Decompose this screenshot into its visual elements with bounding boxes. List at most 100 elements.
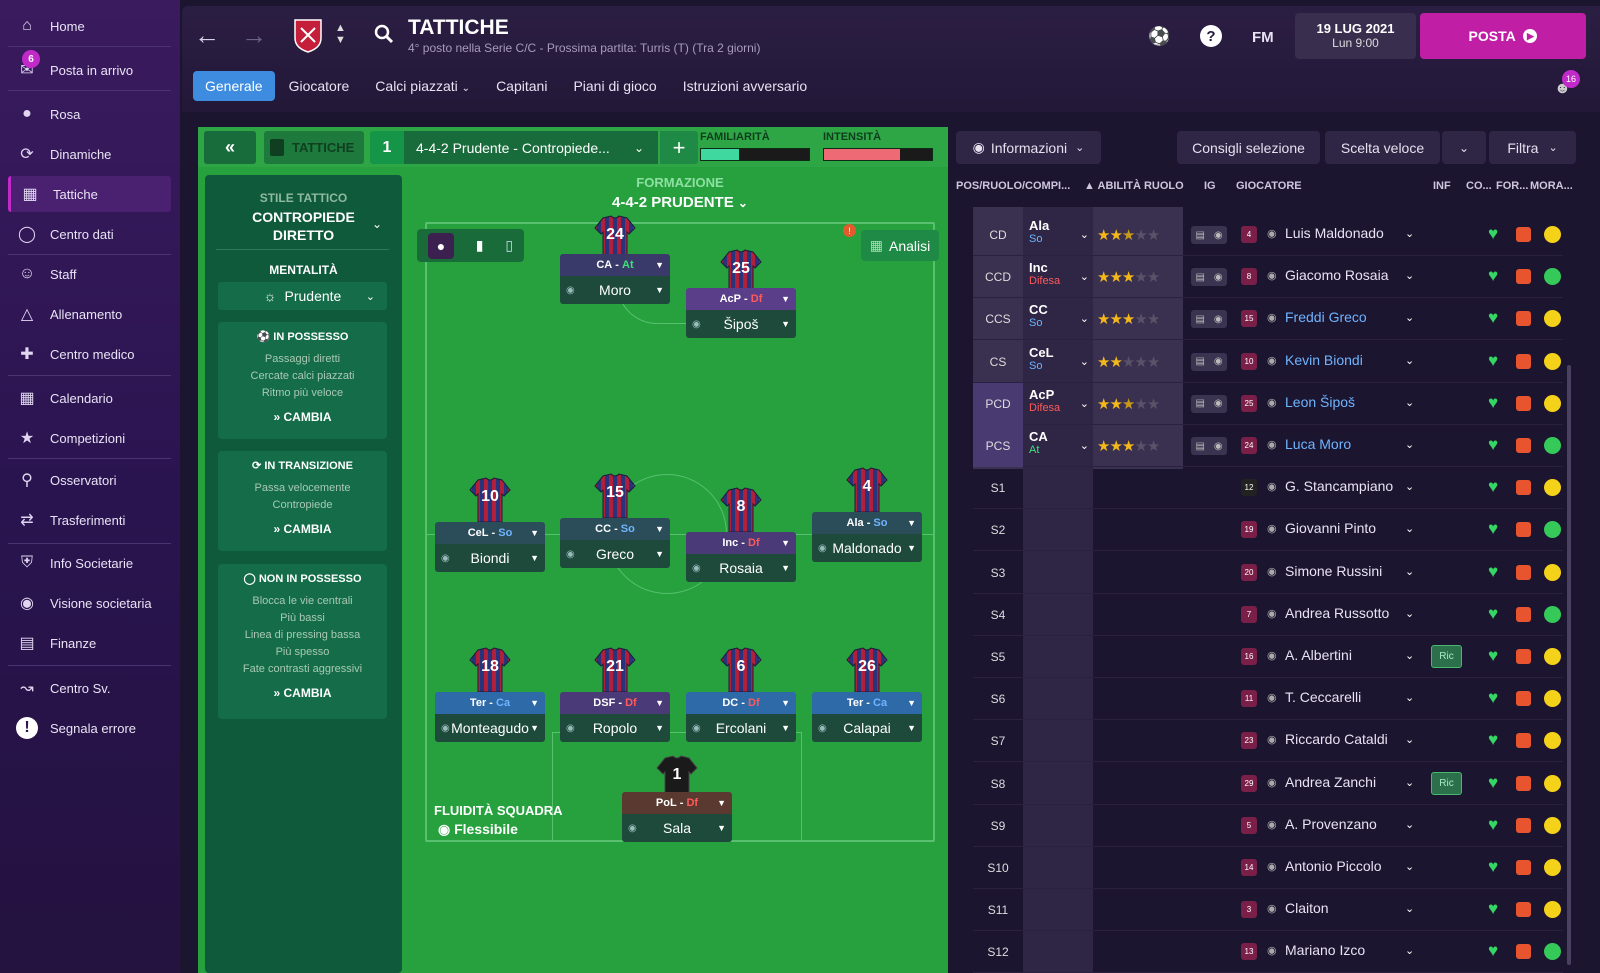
ig-toggle[interactable]: ▤ ◉ [1191,310,1227,329]
pitch-player[interactable]: 8 Inc - Df ▼ ◉ Rosaia ▼ [686,486,796,596]
filtra-button[interactable]: Filtra ⌄ [1489,131,1576,164]
sidebar-item-osservatori[interactable]: ⚲ Osservatori [8,462,171,498]
role-cell[interactable]: AcP Difesa ⌄ [1023,383,1095,425]
pitch-player[interactable]: 24 CA - At ▼ ◉ Moro ▼ [560,214,670,324]
player-name[interactable]: ◉ Monteagudo ▼ [435,714,545,742]
table-row[interactable]: S3 20 ◉ Simone Russini ⌄ ♥ [973,552,1563,594]
pitch-player[interactable]: 18 Ter - Ca ▼ ◉ Monteagudo ▼ [435,646,545,756]
sidebar-item-staff[interactable]: ☺ Staff [8,256,171,292]
table-row[interactable]: CCS CC So ⌄ ★★★★★ ▤ ◉ 15 ◉ Freddi Greco ⌄ ♥ [973,298,1563,341]
pitch-player[interactable]: 4 Ala - So ▼ ◉ Maldonado ▼ [812,466,922,576]
player-name[interactable]: Simone Russini [1285,563,1382,579]
table-row[interactable]: PCD AcP Difesa ⌄ ★★★★★ ▤ ◉ 25 ◉ Leon Šipoš ⌄ ♥ [973,382,1563,425]
sidebar-item-tattiche[interactable]: ▦ Tattiche [8,176,171,212]
sidebar-item-home[interactable]: ⌂ Home [8,8,171,44]
chevron-down-icon[interactable]: ⌄ [1405,607,1414,620]
cambia-in-possession-button[interactable]: » CAMBIA [218,410,387,424]
chevron-down-icon[interactable]: ⌄ [1405,860,1414,873]
crest-switch-icon[interactable]: ▲ ▼ [335,22,346,46]
analisi-button[interactable]: ▦ Analisi [861,230,939,261]
col-player[interactable]: GIOCATORE [1236,180,1302,192]
player-name[interactable]: ◉ Biondi ▼ [435,544,545,572]
table-row[interactable]: S9 5 ◉ A. Provenzano ⌄ ♥ [973,805,1563,847]
chevron-down-icon[interactable]: ⌄ [1405,354,1414,367]
consigli-selezione-button[interactable]: Consigli selezione [1177,131,1320,164]
ig-toggle[interactable]: ▤ ◉ [1191,352,1227,371]
col-inf[interactable]: INF [1433,180,1451,192]
player-name[interactable]: Mariano Izco [1285,942,1365,958]
chevron-down-icon[interactable]: ⌄ [1405,396,1414,409]
ig-toggle[interactable]: ▤ ◉ [1191,394,1227,413]
ball-icon[interactable]: ⚽ [1148,26,1170,47]
posta-button[interactable]: POSTA ▶ [1420,13,1586,59]
sidebar-item-centro-medico[interactable]: ✚ Centro medico [8,336,171,372]
chevron-down-icon[interactable]: ⌄ [1405,776,1414,789]
sidebar-item-segnala-errore[interactable]: ! Segnala errore [8,710,171,746]
pitch-player[interactable]: 26 Ter - Ca ▼ ◉ Calapai ▼ [812,646,922,756]
role-cell[interactable]: CA At ⌄ [1023,425,1095,467]
player-name[interactable]: Giovanni Pinto [1285,520,1376,536]
player-name[interactable]: Luis Maldonado [1285,225,1384,241]
player-name[interactable]: A. Provenzano [1285,816,1377,832]
chevron-down-icon[interactable]: ⌄ [1405,733,1414,746]
pitch-view-icon[interactable]: ▯ [505,237,513,254]
sidebar-item-allenamento[interactable]: △ Allenamento [8,296,171,332]
chevron-down-icon[interactable]: ⌄ [1405,522,1414,535]
table-row[interactable]: S4 7 ◉ Andrea Russotto ⌄ ♥ [973,594,1563,636]
tab-capitani[interactable]: Capitani [484,71,559,101]
player-name[interactable]: Andrea Russotto [1285,605,1389,621]
col-morale[interactable]: MORA... [1530,180,1573,192]
player-role[interactable]: Ala - So ▼ [812,512,922,534]
chevron-down-icon[interactable]: ⌄ [1405,818,1414,831]
fm-logo[interactable]: FM [1252,29,1274,46]
chevron-down-icon[interactable]: ⌄ [1405,649,1414,662]
role-cell[interactable]: Ala So ⌄ [1023,214,1095,256]
player-name[interactable]: ◉ Rosaia ▼ [686,554,796,582]
chevron-down-icon[interactable]: ⌄ [1405,902,1414,915]
chevron-down-icon[interactable]: ⌄ [1405,944,1414,957]
player-info-icon[interactable]: ● [427,232,454,259]
chevron-down-icon[interactable]: ⌄ [1405,691,1414,704]
sidebar-item-centro-dati[interactable]: ◯ Centro dati [8,216,171,252]
add-tactic-button[interactable]: + [660,131,698,164]
player-name[interactable]: ◉ Sala ▼ [622,814,732,842]
col-form[interactable]: FOR... [1496,180,1528,192]
pitch-player[interactable]: 10 CeL - So ▼ ◉ Biondi ▼ [435,476,545,586]
col-pos[interactable]: POS/RUOLO/COMPI... [956,180,1070,192]
player-role[interactable]: CA - At ▼ [560,254,670,276]
chevron-down-icon[interactable]: ⌄ [1405,480,1414,493]
table-row[interactable]: S2 19 ◉ Giovanni Pinto ⌄ ♥ [973,509,1563,552]
player-name[interactable]: Riccardo Cataldi [1285,731,1388,747]
player-role[interactable]: AcP - Df ▼ [686,288,796,310]
collapse-button[interactable]: « [204,131,256,164]
table-row[interactable]: CCD Inc Difesa ⌄ ★★★★★ ▤ ◉ 8 ◉ Giacomo Rosaia ⌄ ♥ [973,256,1563,299]
intensity-meter[interactable] [823,148,933,161]
col-co[interactable]: CO... [1466,180,1492,192]
search-icon[interactable] [374,24,394,49]
ig-toggle[interactable]: ▤ ◉ [1191,437,1227,455]
player-role[interactable]: Ter - Ca ▼ [435,692,545,714]
player-name[interactable]: ◉ Maldonado ▼ [812,534,922,562]
sidebar-item-trasferimenti[interactable]: ⇄ Trasferimenti [8,502,171,538]
player-role[interactable]: Ter - Ca ▼ [812,692,922,714]
player-name[interactable]: ◉ Šipoš ▼ [686,310,796,338]
mentality-select[interactable]: ☼ Prudente ⌄ [218,282,387,310]
formation-select[interactable]: 4-4-2 PRUDENTE ⌄ [590,194,770,211]
warning-icon[interactable]: ! [843,224,856,237]
chevron-down-icon[interactable]: ⌄ [1405,565,1414,578]
player-role[interactable]: Inc - Df ▼ [686,532,796,554]
table-row[interactable]: S1 12 ◉ G. Stancampiano ⌄ ♥ [973,467,1563,510]
chevron-down-icon[interactable]: ⌄ [1405,269,1414,282]
player-name[interactable]: ◉ Ropolo ▼ [560,714,670,742]
tab-generale[interactable]: Generale [193,71,275,101]
back-arrow-icon[interactable]: ← [194,20,220,51]
player-name[interactable]: Antonio Piccolo [1285,858,1382,874]
sidebar-item-calendario[interactable]: ▦ Calendario [8,380,171,416]
style-chevron-icon[interactable]: ⌄ [372,217,382,231]
player-role[interactable]: CeL - So ▼ [435,522,545,544]
scrollbar[interactable] [1567,365,1571,965]
player-name[interactable]: ◉ Moro ▼ [560,276,670,304]
table-row[interactable]: S8 29 ◉ Andrea Zanchi ⌄ Ric ♥ [973,763,1563,805]
help-icon[interactable]: ? [1200,25,1222,47]
ig-toggle[interactable]: ▤ ◉ [1191,226,1227,244]
